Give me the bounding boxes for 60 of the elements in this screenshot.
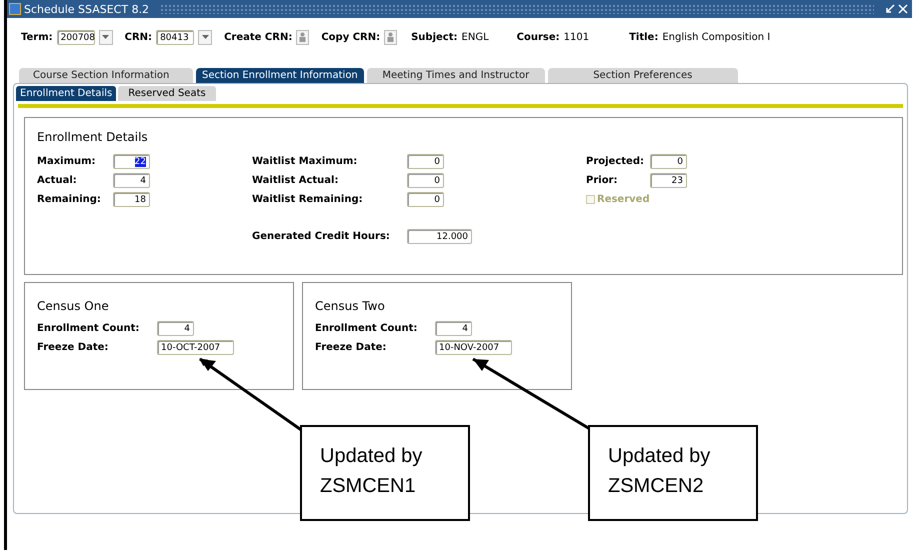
tab[interactable]: Reserved Seats: [118, 86, 216, 101]
field-value: ENGL: [462, 32, 489, 42]
callout-box: Updated by ZSMCEN2: [588, 425, 758, 521]
field-label: Remaining:: [37, 194, 102, 205]
input-field[interactable]: 0: [407, 154, 444, 169]
callout-box: Updated by ZSMCEN1: [300, 425, 470, 521]
field-label: Freeze Date:: [315, 342, 388, 353]
caret-icon: [202, 34, 209, 40]
field-label: Create CRN:: [224, 32, 292, 42]
section-title: Enrollment Details: [37, 130, 149, 144]
input-field[interactable]: 200708: [56, 30, 95, 44]
section-title: Census One: [37, 299, 110, 313]
input-field[interactable]: 0: [407, 192, 444, 207]
field-label: Projected:: [586, 156, 645, 167]
close-icon[interactable]: [898, 4, 908, 14]
field-label: Title:: [629, 32, 658, 42]
input-field[interactable]: 4: [113, 173, 150, 188]
field-label: Waitlist Remaining:: [252, 194, 364, 205]
input-field[interactable]: 0: [407, 173, 444, 188]
minimize-icon[interactable]: [885, 4, 895, 14]
dropdown-button[interactable]: [98, 30, 113, 44]
field-label: Copy CRN:: [321, 32, 380, 42]
field-label: Subject:: [411, 32, 458, 42]
field-label: Course:: [516, 32, 560, 42]
input-field[interactable]: 4: [157, 321, 194, 336]
section-title: Census Two: [315, 299, 386, 313]
input-field[interactable]: 10-NOV-2007: [435, 340, 512, 355]
field-label: Maximum:: [37, 156, 97, 167]
window-title: Schedule SSASECT 8.2: [24, 2, 150, 16]
field-label: Freeze Date:: [37, 342, 110, 353]
tab[interactable]: Course Section Information: [19, 68, 193, 83]
input-field[interactable]: 18: [113, 192, 150, 207]
app-icon: [9, 3, 21, 15]
field-value: English Composition I: [662, 32, 770, 42]
field-label: Prior:: [586, 175, 618, 186]
field-label: Enrollment Count:: [37, 323, 140, 334]
tab[interactable]: Meeting Times and Instructor: [366, 68, 545, 83]
person-icon[interactable]: [296, 30, 310, 44]
field-value: 1101: [564, 32, 590, 42]
field-label: Waitlist Actual:: [252, 175, 340, 186]
dropdown-button[interactable]: [198, 30, 212, 44]
input-field[interactable]: 4: [435, 321, 472, 336]
tab[interactable]: Enrollment Details: [16, 86, 116, 101]
input-field[interactable]: 80413: [156, 30, 194, 44]
field-label: Waitlist Maximum:: [252, 156, 358, 167]
field-label: Enrollment Count:: [315, 323, 418, 334]
caret-icon: [102, 34, 110, 40]
checkbox-label: Reserved: [597, 193, 650, 207]
input-field[interactable]: 10-OCT-2007: [157, 340, 234, 355]
field-label: Generated Credit Hours:: [252, 231, 391, 242]
field-label: CRN:: [124, 32, 152, 42]
input-field[interactable]: 12.000: [407, 229, 472, 244]
tab[interactable]: Section Enrollment Information: [196, 68, 364, 83]
field-label: Actual:: [37, 175, 78, 186]
field-label: Term:: [21, 32, 53, 42]
tab[interactable]: Section Preferences: [548, 68, 738, 83]
input-field[interactable]: 0: [650, 154, 687, 169]
person-icon[interactable]: [384, 30, 398, 44]
input-field[interactable]: 22: [113, 154, 150, 169]
input-field[interactable]: 23: [650, 173, 687, 188]
